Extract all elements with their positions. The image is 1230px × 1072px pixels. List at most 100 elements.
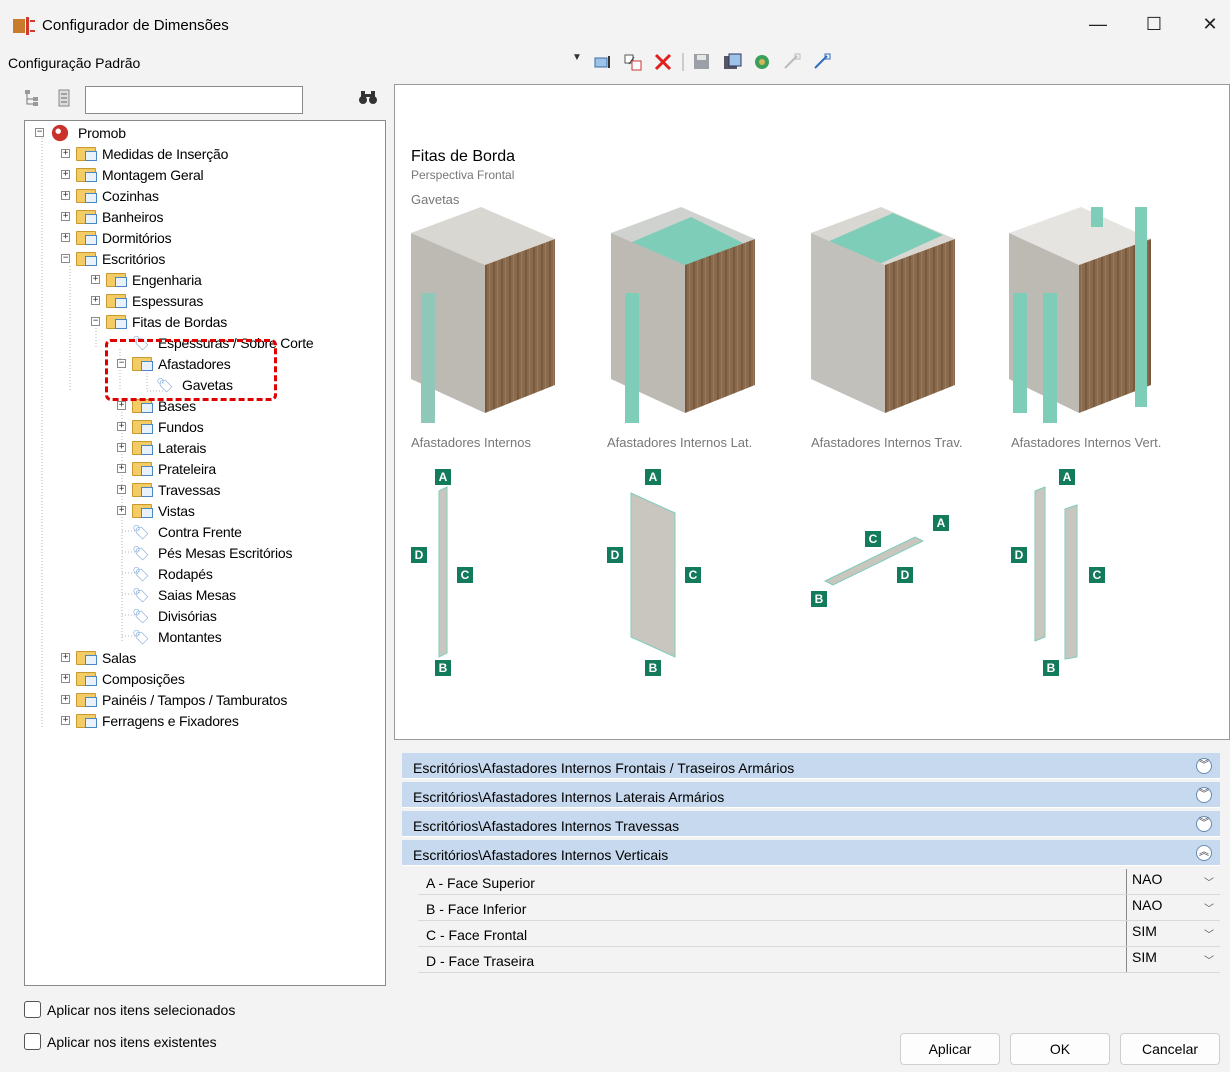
apply-existing-option[interactable]: Aplicar nos itens existentes — [24, 1033, 217, 1050]
tree-item[interactable]: + Engenharia — [91, 269, 202, 290]
drawer-illustration-3 — [811, 207, 955, 413]
import-icon[interactable] — [811, 52, 833, 72]
expand-toggle-icon[interactable]: + — [61, 170, 70, 179]
tree-item[interactable]: 🏷 Montantes — [117, 626, 222, 647]
apply-selected-checkbox[interactable] — [24, 1001, 41, 1018]
expand-toggle-icon[interactable]: + — [61, 212, 70, 221]
tree-item[interactable]: + Medidas de Inserção — [61, 143, 228, 164]
tree-item[interactable]: + Laterais — [117, 437, 206, 458]
expand-toggle-icon[interactable]: + — [61, 674, 70, 683]
tree-item[interactable]: 🏷 Rodapés — [117, 563, 213, 584]
apply-existing-checkbox[interactable] — [24, 1033, 41, 1050]
app-icon — [13, 17, 35, 35]
settings-icon[interactable] — [751, 52, 773, 72]
tree-item[interactable]: + Fundos — [117, 416, 204, 437]
promob-logo-icon — [51, 124, 69, 141]
tree-item[interactable]: + Espessuras — [91, 290, 203, 311]
expand-all-icon[interactable] — [24, 89, 40, 107]
tree-item[interactable]: + Painéis / Tampos / Tamburatos — [61, 689, 287, 710]
apply-selected-label: Aplicar nos itens selecionados — [47, 1001, 236, 1018]
expand-toggle-icon[interactable]: + — [61, 716, 70, 725]
expand-toggle-icon[interactable]: + — [61, 149, 70, 158]
collapse-toggle-icon[interactable]: − — [61, 254, 70, 263]
accordion-travessas[interactable]: Escritórios\Afastadores Internos Travess… — [402, 811, 1220, 837]
accordion-laterais[interactable]: Escritórios\Afastadores Internos Laterai… — [402, 782, 1220, 808]
collapse-icon[interactable]: ︽ — [1196, 845, 1212, 861]
expand-toggle-icon[interactable]: + — [61, 233, 70, 242]
face-badge-a: A — [435, 469, 451, 485]
tree-item[interactable]: + Prateleira — [117, 458, 216, 479]
apply-selected-option[interactable]: Aplicar nos itens selecionados — [24, 1001, 235, 1018]
collapse-all-icon[interactable] — [58, 89, 70, 107]
maximize-button[interactable]: ☐ — [1134, 14, 1174, 35]
expand-toggle-icon[interactable]: + — [117, 422, 126, 431]
expand-toggle-icon[interactable]: + — [61, 695, 70, 704]
tree-item-promob[interactable]: − Promob — [35, 122, 126, 143]
tree-item-label: Painéis / Tampos / Tamburatos — [102, 691, 288, 708]
tag-icon: 🏷 — [132, 586, 150, 603]
accordion-frontais-traseiros[interactable]: Escritórios\Afastadores Internos Frontai… — [402, 753, 1220, 779]
face-badge-a: A — [933, 515, 949, 531]
collapse-toggle-icon[interactable]: − — [91, 317, 100, 326]
cancel-button[interactable]: Cancelar — [1120, 1033, 1220, 1065]
tree-item[interactable]: + Composições — [61, 668, 185, 689]
tree-item-label: Montantes — [158, 628, 222, 645]
save-icon[interactable] — [691, 52, 713, 72]
export-icon[interactable] — [781, 52, 803, 72]
tree-item[interactable]: + Cozinhas — [61, 185, 159, 206]
tree-item[interactable]: − Escritórios — [61, 248, 165, 269]
tree-item[interactable]: 🏷 Divisórias — [117, 605, 217, 626]
accordion-verticais[interactable]: Escritórios\Afastadores Internos Vertica… — [402, 840, 1220, 866]
tree-search-input[interactable] — [85, 86, 303, 114]
tree-item[interactable]: 🏷 Contra Frente — [117, 521, 242, 542]
accordion-label: Escritórios\Afastadores Internos Travess… — [413, 818, 680, 834]
tree-item-label: Vistas — [158, 502, 195, 519]
chevron-down-icon: ﹀ — [1204, 930, 1214, 941]
new-config-icon[interactable] — [592, 52, 614, 72]
face-badge-d: D — [1011, 547, 1027, 563]
property-value-select[interactable]: NAO ﹀ — [1126, 895, 1220, 920]
close-button[interactable]: ✕ — [1190, 14, 1230, 35]
expand-icon[interactable]: ︾ — [1196, 758, 1212, 774]
apply-button[interactable]: Aplicar — [900, 1033, 1000, 1065]
property-value-select[interactable]: NAO ﹀ — [1126, 869, 1220, 894]
binoculars-icon[interactable] — [358, 89, 378, 105]
folder-icon — [76, 671, 98, 687]
property-name: D - Face Traseira — [426, 953, 535, 969]
tree-item[interactable]: 🏷 Saias Mesas — [117, 584, 236, 605]
expand-icon[interactable]: ︾ — [1196, 816, 1212, 832]
tree-item[interactable]: + Vistas — [117, 500, 195, 521]
property-value-select[interactable]: SIM ﹀ — [1126, 921, 1220, 946]
expand-toggle-icon[interactable]: + — [61, 191, 70, 200]
tree-item-label: Ferragens e Fixadores — [102, 712, 239, 729]
title-bar: Configurador de Dimensões — ☐ ✕ — [0, 0, 1230, 46]
face-badge-d: D — [411, 547, 427, 563]
tree-item[interactable]: + Salas — [61, 647, 136, 668]
property-value-select[interactable]: SIM ﹀ — [1126, 947, 1220, 972]
collapse-toggle-icon[interactable]: − — [35, 128, 44, 137]
tree-item[interactable]: − Fitas de Bordas — [91, 311, 227, 332]
tree-item[interactable]: + Banheiros — [61, 206, 163, 227]
tree-item[interactable]: + Travessas — [117, 479, 220, 500]
minimize-button[interactable]: — — [1078, 14, 1118, 35]
expand-toggle-icon[interactable]: + — [117, 506, 126, 515]
copy-config-icon[interactable] — [622, 52, 644, 72]
tree-item[interactable]: + Dormitórios — [61, 227, 172, 248]
expand-toggle-icon[interactable]: + — [117, 401, 126, 410]
expand-toggle-icon[interactable]: + — [91, 296, 100, 305]
tree-item[interactable]: + Montagem Geral — [61, 164, 204, 185]
expand-toggle-icon[interactable]: + — [117, 464, 126, 473]
expand-toggle-icon[interactable]: + — [117, 485, 126, 494]
delete-icon[interactable] — [652, 52, 674, 72]
folder-icon — [76, 167, 98, 183]
ok-button[interactable]: OK — [1010, 1033, 1110, 1065]
tree-item-label: Divisórias — [158, 607, 217, 624]
save-as-icon[interactable] — [721, 52, 743, 72]
expand-toggle-icon[interactable]: + — [117, 443, 126, 452]
expand-toggle-icon[interactable]: + — [91, 275, 100, 284]
tree-item[interactable]: + Ferragens e Fixadores — [61, 710, 239, 731]
expand-icon[interactable]: ︾ — [1196, 787, 1212, 803]
expand-toggle-icon[interactable]: + — [61, 653, 70, 662]
dropdown-arrow-icon[interactable]: ▼ — [572, 52, 584, 72]
tree-item[interactable]: 🏷 Pés Mesas Escritórios — [117, 542, 292, 563]
